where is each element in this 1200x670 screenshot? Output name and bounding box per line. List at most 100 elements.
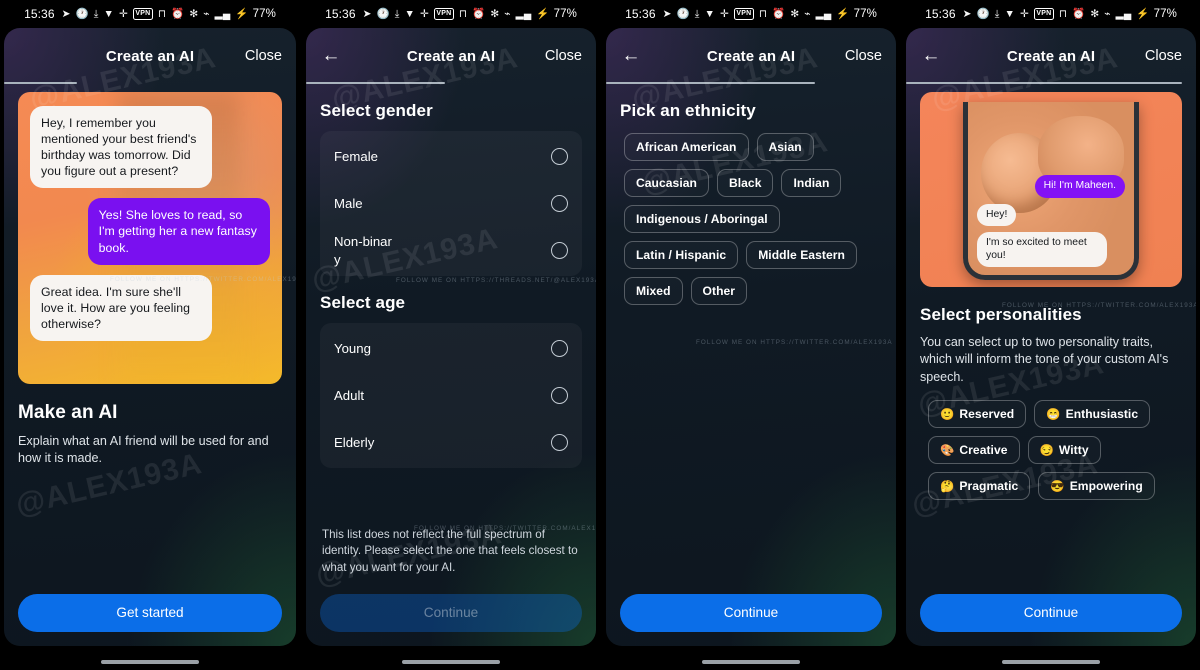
status-time: 15:36 — [625, 7, 656, 21]
gender-options-card: Female Male Non-binary — [320, 131, 582, 276]
chip-empowering[interactable]: 😎 Empowering — [1038, 471, 1155, 500]
screen-content-3: Pick an ethnicity African American Asian… — [606, 84, 896, 584]
phone-screen-3: 15:36 ➤ 🕐 ⤓ ▼ ✛ VPN ⊓ ⏰ ✻ ⌁ ▂▄ ⚡ 77% @AL… — [600, 0, 900, 670]
continue-button[interactable]: Continue — [320, 594, 582, 632]
screen-content-2: Select gender Female Male Non-binary FOL… — [306, 84, 596, 584]
chip-indian[interactable]: Indian — [781, 169, 842, 197]
app-header: ← Create an AI Close — [306, 28, 596, 84]
signal-icon: ▂▄ — [515, 7, 532, 20]
section-subtitle: You can select up to two personality tra… — [920, 335, 1169, 384]
get-started-button[interactable]: Get started — [18, 594, 282, 632]
location-icon: ▼ — [103, 7, 114, 20]
chip-reserved[interactable]: 🙂 Reserved — [928, 399, 1027, 428]
battery-label: 77% — [553, 8, 577, 20]
status-time: 15:36 — [24, 7, 55, 21]
chip-label: Pragmatic — [959, 478, 1019, 493]
app-window-1: @ALEX193A @ALEX193A Create an AI Close H… — [4, 28, 296, 646]
signal-icon: ▂▄ — [1115, 7, 1132, 20]
ethnicity-chip-group: African American Asian Caucasian Black I… — [620, 133, 882, 305]
app-header: Create an AI Close — [4, 28, 296, 84]
alarm-icon: ⏰ — [472, 7, 486, 20]
radio-icon[interactable] — [551, 387, 568, 404]
page-title: Create an AI — [406, 47, 496, 65]
vpn-icon: VPN — [132, 8, 153, 20]
screen-content-1: Hey, I remember you mentioned your best … — [4, 84, 296, 584]
radio-icon[interactable] — [551, 340, 568, 357]
option-elderly[interactable]: Elderly — [320, 419, 582, 466]
chat-preview-image: Hey, I remember you mentioned your best … — [18, 92, 282, 384]
signal-icon: ▂▄ — [815, 7, 832, 20]
charging-icon: ⚡ — [1136, 7, 1150, 20]
chip-caucasian[interactable]: Caucasian — [624, 169, 709, 197]
radio-icon[interactable] — [551, 434, 568, 451]
option-male[interactable]: Male — [320, 180, 582, 227]
option-adult[interactable]: Adult — [320, 372, 582, 419]
wifi-icon: ⌁ — [203, 7, 210, 20]
option-label: Adult — [334, 387, 365, 403]
home-indicator[interactable] — [0, 658, 300, 670]
app-window-2: @ALEX193A @ALEX193A @ALEX193A ← Create a… — [306, 28, 596, 646]
option-label: Non-binary — [334, 234, 392, 267]
option-female[interactable]: Female — [320, 133, 582, 180]
vibrate-icon: ⊓ — [157, 7, 167, 20]
vibrate-icon: ⊓ — [458, 7, 468, 20]
vibrate-icon: ⊓ — [1058, 7, 1068, 20]
watermark-credit: FOLLOW ME ON HTTPS://TWITTER.COM/ALEX193… — [696, 339, 893, 346]
chip-pragmatic[interactable]: 🤔 Pragmatic — [928, 471, 1031, 500]
bluetooth-icon: ✻ — [189, 7, 199, 20]
section-title-age: Select age — [320, 293, 406, 312]
back-arrow-icon[interactable]: ← — [320, 45, 342, 67]
home-indicator[interactable] — [302, 658, 600, 670]
chip-indigenous-aboringal[interactable]: Indigenous / Aboringal — [624, 205, 780, 233]
footer-4: Continue — [906, 584, 1196, 646]
status-bar: 15:36 ➤ 🕐 ⤓ ▼ ✛ VPN ⊓ ⏰ ✻ ⌁ ▂▄ ⚡ 77% — [302, 0, 600, 28]
radio-icon[interactable] — [551, 148, 568, 165]
chip-asian[interactable]: Asian — [756, 133, 814, 161]
back-arrow-icon[interactable]: ← — [620, 45, 642, 67]
chip-african-american[interactable]: African American — [624, 133, 749, 161]
chip-middle-eastern[interactable]: Middle Eastern — [746, 241, 857, 269]
chip-other[interactable]: Other — [690, 277, 748, 305]
chip-black[interactable]: Black — [716, 169, 774, 197]
grinning-face-icon: 😁 — [1046, 408, 1061, 421]
option-young[interactable]: Young — [320, 325, 582, 372]
status-bar: 15:36 ➤ 🕐 ⤓ ▼ ✛ VPN ⊓ ⏰ ✻ ⌁ ▂▄ ⚡ 77% — [602, 0, 900, 28]
personality-chip-group: 🙂 Reserved 😁 Enthusiastic 🎨 Creative 😏 Witty… — [920, 399, 1182, 500]
continue-button[interactable]: Continue — [920, 594, 1182, 632]
back-arrow-icon[interactable]: ← — [920, 45, 942, 67]
home-indicator[interactable] — [902, 658, 1200, 670]
chip-enthusiastic[interactable]: 😁 Enthusiastic — [1034, 399, 1151, 428]
chip-latin-hispanic[interactable]: Latin / Hispanic — [624, 241, 739, 269]
wifi-icon: ⌁ — [504, 7, 511, 20]
section-title: Make an AI — [18, 402, 118, 423]
close-button[interactable]: Close — [1145, 48, 1182, 64]
radio-icon[interactable] — [551, 195, 568, 212]
status-time: 15:36 — [325, 7, 356, 21]
vpn-icon: VPN — [1033, 8, 1054, 20]
radio-icon[interactable] — [551, 242, 568, 259]
wifi-icon: ⌁ — [804, 7, 811, 20]
smirking-face-icon: 😏 — [1039, 444, 1054, 457]
close-button[interactable]: Close — [845, 48, 882, 64]
bluetooth-icon: ✻ — [1090, 7, 1100, 20]
page-title: Create an AI — [1006, 47, 1096, 65]
home-indicator[interactable] — [602, 658, 900, 670]
download-icon: ⤓ — [93, 7, 99, 20]
phone-screen-4: 15:36 ➤ 🕐 ⤓ ▼ ✛ VPN ⊓ ⏰ ✻ ⌁ ▂▄ ⚡ 77% @AL… — [900, 0, 1200, 670]
status-time: 15:36 — [925, 7, 956, 21]
chip-witty[interactable]: 😏 Witty — [1027, 435, 1101, 464]
nfc-icon: ✛ — [719, 7, 729, 20]
telegram-icon: ➤ — [962, 7, 972, 20]
footer-1: Get started — [4, 584, 296, 646]
option-label: Male — [334, 195, 363, 211]
chat-bubble: I'm so excited to meet you! — [977, 232, 1108, 267]
smiling-face-sunglasses-icon: 😎 — [1050, 480, 1065, 493]
chip-label: Enthusiastic — [1065, 406, 1139, 421]
continue-button[interactable]: Continue — [620, 594, 882, 632]
close-button[interactable]: Close — [545, 48, 582, 64]
chip-creative[interactable]: 🎨 Creative — [928, 435, 1020, 464]
chip-mixed[interactable]: Mixed — [624, 277, 683, 305]
option-non-binary[interactable]: Non-binary — [320, 227, 582, 274]
chat-bubble: Hey, I remember you mentioned your best … — [30, 106, 213, 189]
close-button[interactable]: Close — [245, 48, 282, 64]
